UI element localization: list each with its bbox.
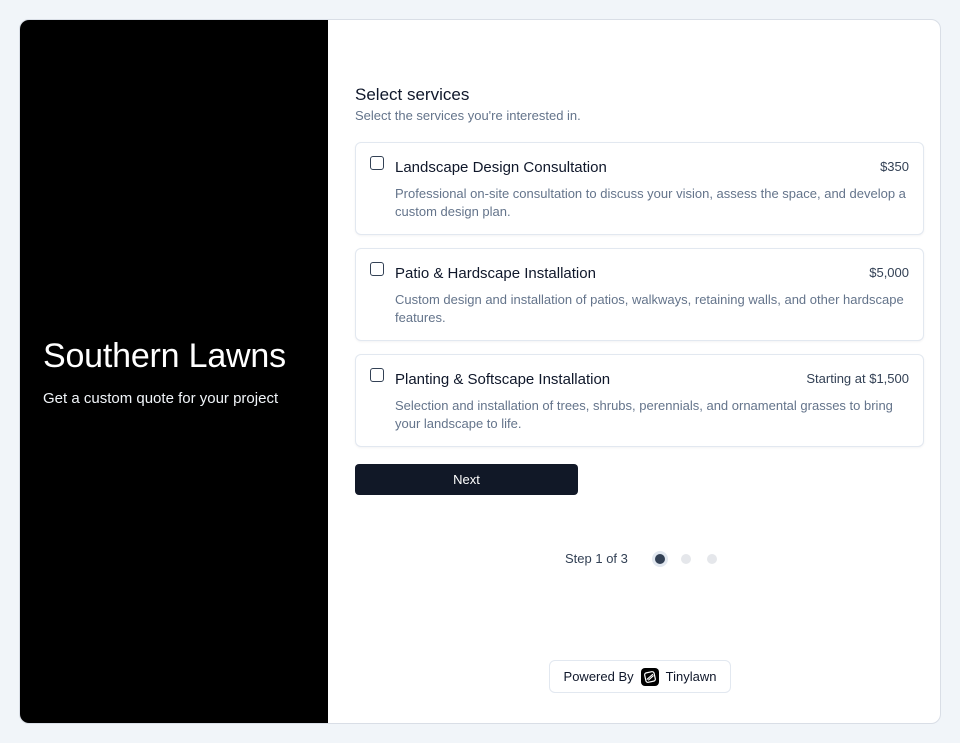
service-description: Selection and installation of trees, shr… — [395, 398, 893, 431]
service-checkbox[interactable] — [370, 262, 384, 276]
step-text: Step 1 of 3 — [565, 551, 628, 566]
service-price: $350 — [880, 159, 909, 174]
service-description: Professional on-site consultation to dis… — [395, 186, 906, 219]
step-dot-2 — [680, 553, 691, 564]
step-dot-1 — [654, 553, 665, 564]
powered-by-badge[interactable]: Powered By Tinylawn — [549, 660, 731, 693]
brand-panel: Southern Lawns Get a custom quote for yo… — [20, 20, 328, 723]
form-panel: Select services Select the services you'… — [328, 20, 940, 723]
service-name: Patio & Hardscape Installation — [395, 265, 596, 282]
service-list: Landscape Design Consultation $350 Profe… — [355, 142, 924, 460]
brand-title: Southern Lawns — [43, 337, 286, 375]
brand-subtitle: Get a custom quote for your project — [43, 390, 279, 407]
service-price: $5,000 — [869, 265, 909, 280]
section-subtitle: Select the services you're interested in… — [355, 108, 581, 123]
service-name: Planting & Softscape Installation — [395, 371, 611, 388]
service-card-patio-hardscape[interactable]: Patio & Hardscape Installation $5,000 Cu… — [355, 248, 924, 341]
service-name: Landscape Design Consultation — [395, 159, 607, 176]
service-card-planting-softscape[interactable]: Planting & Softscape Installation Starti… — [355, 354, 924, 447]
quote-window: Southern Lawns Get a custom quote for yo… — [19, 19, 941, 724]
service-description: Custom design and installation of patios… — [395, 292, 904, 325]
service-checkbox[interactable] — [370, 368, 384, 382]
next-button[interactable]: Next — [355, 464, 578, 495]
step-indicator: Step 1 of 3 — [565, 551, 733, 566]
vendor-name: Tinylawn — [665, 669, 717, 684]
section-title: Select services — [355, 85, 470, 104]
powered-by-label: Powered By — [563, 669, 634, 684]
service-price: Starting at $1,500 — [806, 371, 909, 386]
step-dot-3 — [706, 553, 717, 564]
tinylawn-logo-icon — [640, 667, 659, 686]
service-card-landscape-design[interactable]: Landscape Design Consultation $350 Profe… — [355, 142, 924, 235]
service-checkbox[interactable] — [370, 156, 384, 170]
